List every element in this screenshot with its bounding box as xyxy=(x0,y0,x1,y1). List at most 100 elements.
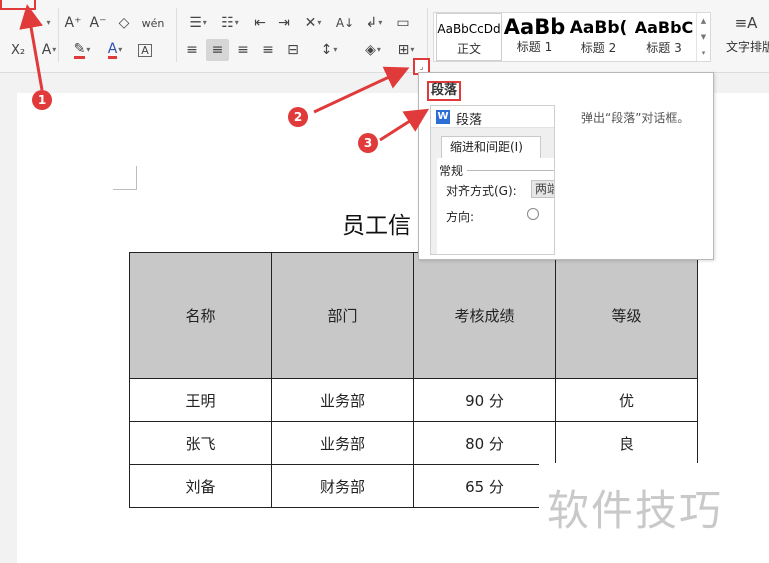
text-layout-button[interactable]: ≡A 文字排版 xyxy=(726,14,769,64)
table-cell[interactable]: 65 分 xyxy=(413,464,556,508)
increase-indent-icon[interactable]: ⇥ xyxy=(274,12,294,34)
highlight-button[interactable]: ✎ ▾ xyxy=(67,39,97,61)
section-divider xyxy=(467,170,554,171)
style-sample: AaBbCcDd xyxy=(437,22,501,36)
document-title: 员工信 xyxy=(342,213,411,239)
dialog-preview-header: W 段落 xyxy=(431,106,554,128)
chinese-layout-button[interactable]: ✕ ▾ xyxy=(299,12,327,34)
header-cell[interactable]: 部门 xyxy=(271,252,414,379)
style-gallery[interactable]: AaBbCcDd 正文 AaBb 标题 1 AaBb( 标题 2 AaBbC 标… xyxy=(433,12,711,62)
justify-icon[interactable]: ≡ xyxy=(257,39,279,61)
table-cell[interactable]: 优 xyxy=(555,378,698,422)
section-general-label: 常规 xyxy=(439,164,464,178)
clear-format-icon[interactable]: ◇ xyxy=(113,12,135,34)
style-name: 正文 xyxy=(456,42,481,56)
style-heading-3[interactable]: AaBbC 标题 3 xyxy=(632,13,696,61)
decrease-indent-icon[interactable]: ⇤ xyxy=(250,12,270,34)
table-cell[interactable]: 90 分 xyxy=(413,378,556,422)
text-effect-icon: A xyxy=(41,42,52,58)
shrink-font-button[interactable]: A⁻ xyxy=(87,12,109,34)
show-marks-icon[interactable]: ▭ xyxy=(392,12,414,34)
alignment-label: 对齐方式(G): xyxy=(446,184,517,198)
watermark: 软件技巧 xyxy=(539,463,769,563)
step-badge-2: 2 xyxy=(288,107,308,127)
numbering-button[interactable]: ☷ ▾ xyxy=(216,12,244,34)
table-cell[interactable]: 刘备 xyxy=(129,464,272,508)
table-cell[interactable]: 80 分 xyxy=(413,421,556,465)
line-break-icon: ↲ xyxy=(365,15,378,31)
font-box-highlight xyxy=(0,0,36,10)
grow-font-button[interactable]: A⁺ xyxy=(62,12,84,34)
gallery-more-icon[interactable]: ▾ xyxy=(702,49,706,57)
subscript-button[interactable]: X₂ xyxy=(4,39,32,61)
text-layout-icon: ≡A xyxy=(734,14,758,32)
direction-label: 方向: xyxy=(446,210,475,224)
table-cell[interactable]: 业务部 xyxy=(271,378,414,422)
tooltip-description: 弹出“段落”对话框。 xyxy=(581,111,690,125)
table-cell[interactable]: 良 xyxy=(555,421,698,465)
header-cell[interactable]: 名称 xyxy=(129,252,272,379)
margin-corner-mark xyxy=(113,166,137,190)
numbered-list-icon: ☷ xyxy=(221,15,234,31)
style-name: 标题 1 xyxy=(516,40,553,54)
char-border-button[interactable]: A xyxy=(134,39,156,61)
chinese-layout-icon: ✕ xyxy=(304,15,317,31)
text-layout-label: 文字排版 xyxy=(726,40,769,54)
chevron-up-icon[interactable]: ▲ xyxy=(701,17,706,25)
line-spacing-icon: ↕ xyxy=(320,42,333,58)
launcher-icon: ⌟ xyxy=(419,62,424,71)
pinyin-guide-button[interactable]: wén xyxy=(138,12,168,34)
alignment-select: 两端 xyxy=(531,180,554,198)
tab-indent-spacing: 缩进和间距(I) xyxy=(441,136,541,158)
table-row: 王明 业务部 90 分 优 xyxy=(129,378,698,422)
distributed-align-icon[interactable]: ⊟ xyxy=(282,39,304,61)
style-normal[interactable]: AaBbCcDd 正文 xyxy=(436,13,502,61)
separator xyxy=(427,8,428,62)
step-badge-3: 3 xyxy=(358,133,378,153)
font-dropdown-caret[interactable]: ▾ xyxy=(40,12,56,34)
style-heading-2[interactable]: AaBb( 标题 2 xyxy=(566,13,631,61)
font-color-icon: A xyxy=(107,40,118,59)
shading-icon: ◈ xyxy=(365,42,376,58)
font-color-button[interactable]: A ▾ xyxy=(101,39,129,61)
shading-button[interactable]: ◈ ▾ xyxy=(358,39,388,61)
style-heading-1[interactable]: AaBb 标题 1 xyxy=(503,13,566,61)
style-name: 标题 2 xyxy=(580,41,617,55)
align-center-icon[interactable]: ≡ xyxy=(206,39,229,61)
table-cell[interactable]: 张飞 xyxy=(129,421,272,465)
align-left-icon[interactable]: ≡ xyxy=(181,39,203,61)
text-effect-button[interactable]: A ▾ xyxy=(36,39,62,61)
watermark-text: 软件技巧 xyxy=(547,486,724,535)
wps-logo-icon: W xyxy=(436,110,450,124)
ribbon-toolbar: ▾ A⁺ A⁻ ◇ wén ☰ ▾ ☷ ▾ ⇤ ⇥ ✕ ▾ A↓ ↲ ▾ ▭ X₂ A ▾… xyxy=(0,0,769,73)
dialog-preview: W 段落 缩进和间距(I) 常规 对齐方式(G): 两端 方向: xyxy=(430,105,555,255)
highlighter-icon: ✎ xyxy=(73,40,86,59)
table-cell[interactable]: 王明 xyxy=(129,378,272,422)
direction-radio xyxy=(527,208,539,220)
chevron-down-icon[interactable]: ▼ xyxy=(701,33,706,41)
bullet-list-icon: ☰ xyxy=(189,15,202,31)
line-break-button[interactable]: ↲ ▾ xyxy=(360,12,388,34)
style-sample: AaBb( xyxy=(569,18,628,38)
table-cell[interactable]: 财务部 xyxy=(271,464,414,508)
dialog-preview-title: 段落 xyxy=(456,113,483,128)
dialog-preview-body: 常规 对齐方式(G): 两端 方向: xyxy=(437,158,554,254)
char-border-icon: A xyxy=(138,43,152,57)
separator xyxy=(176,8,177,62)
style-sample: AaBb xyxy=(503,15,566,39)
paragraph-tooltip: 段落 弹出“段落”对话框。 W 段落 缩进和间距(I) 常规 对齐方式(G): … xyxy=(418,72,714,260)
table-header-row: 名称 部门 考核成绩 等级 xyxy=(129,252,698,379)
bullets-button[interactable]: ☰ ▾ xyxy=(184,12,212,34)
tooltip-title: 段落 xyxy=(427,81,462,101)
header-cell[interactable]: 等级 xyxy=(555,252,698,379)
align-right-icon[interactable]: ≡ xyxy=(232,39,254,61)
header-cell[interactable]: 考核成绩 xyxy=(413,252,556,379)
style-name: 标题 3 xyxy=(646,41,682,55)
style-sample: AaBbC xyxy=(634,18,694,37)
gallery-scroll[interactable]: ▲ ▼ ▾ xyxy=(696,13,710,61)
table-cell[interactable]: 业务部 xyxy=(271,421,414,465)
line-spacing-button[interactable]: ↕ ▾ xyxy=(314,39,344,61)
table-row: 张飞 业务部 80 分 良 xyxy=(129,421,698,465)
sort-icon[interactable]: A↓ xyxy=(334,12,356,34)
borders-icon: ⊞ xyxy=(397,42,410,58)
